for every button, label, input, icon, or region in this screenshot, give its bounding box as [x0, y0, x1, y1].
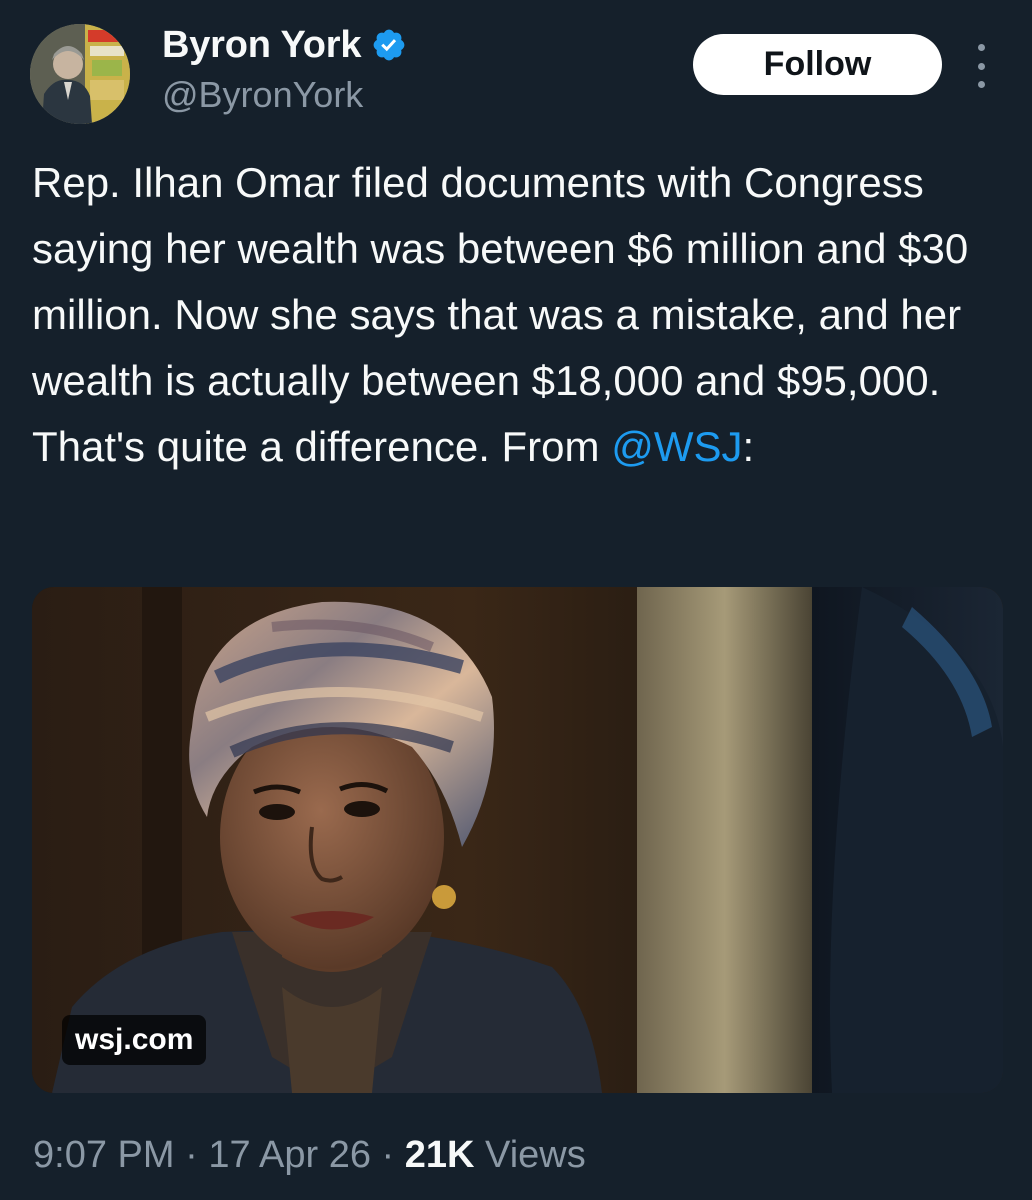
vertical-ellipsis-icon[interactable]	[966, 44, 996, 88]
author-name-row: Byron York	[162, 22, 407, 68]
tweet-time[interactable]: 9:07 PM	[33, 1134, 175, 1176]
tweet-meta: 9:07 PM · 17 Apr 26 · 21K Views	[33, 1134, 586, 1177]
author-avatar[interactable]	[30, 24, 130, 124]
author-display-name[interactable]: Byron York	[162, 24, 362, 67]
tweet-text-body: Rep. Ilhan Omar filed documents with Con…	[32, 159, 969, 470]
tweet-text-end: :	[742, 423, 755, 470]
tweet-text: Rep. Ilhan Omar filed documents with Con…	[32, 150, 1007, 480]
more-dot	[977, 81, 985, 88]
link-source-badge: wsj.com	[62, 1015, 207, 1065]
tweet-card: Byron York @ByronYork Follow Rep. Ilhan …	[0, 0, 1032, 1200]
avatar-photo	[30, 24, 130, 124]
mention-link[interactable]: @WSJ	[611, 423, 742, 470]
meta-separator: ·	[371, 1134, 405, 1176]
follow-button[interactable]: Follow	[693, 34, 942, 95]
views-count: 21K	[404, 1134, 475, 1176]
more-dot	[977, 44, 985, 51]
tweet-date[interactable]: 17 Apr 26	[208, 1134, 371, 1176]
verified-badge-icon	[371, 27, 407, 63]
more-dot	[977, 62, 985, 70]
author-handle[interactable]: @ByronYork	[162, 74, 363, 116]
meta-separator: ·	[174, 1134, 209, 1176]
views-label: Views	[474, 1134, 586, 1176]
